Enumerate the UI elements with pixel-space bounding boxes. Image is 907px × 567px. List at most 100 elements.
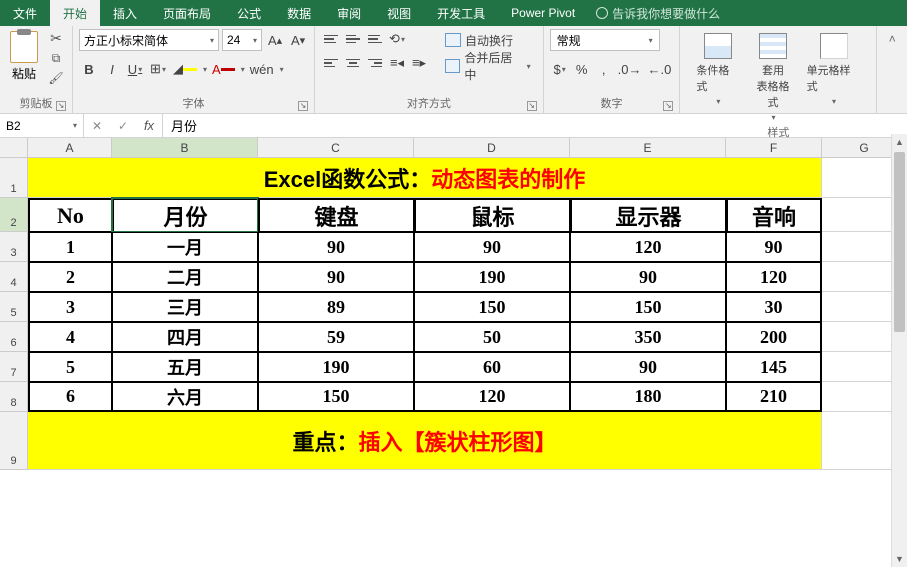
table-cell[interactable]: 59 [258, 322, 414, 352]
table-cell[interactable]: 3 [28, 292, 112, 322]
wrap-text-button[interactable]: 自动换行 [439, 29, 537, 51]
header-mouse[interactable]: 鼠标 [414, 198, 570, 232]
cell-styles-button[interactable]: 单元格样式▾ [807, 33, 861, 122]
tab-data[interactable]: 数据 [274, 0, 324, 26]
border-button[interactable]: ⊞▾ [148, 59, 168, 79]
row-header-8[interactable]: 8 [0, 382, 28, 412]
fx-icon[interactable]: fx [136, 118, 162, 133]
tab-home[interactable]: 开始 [50, 0, 100, 26]
col-header-F[interactable]: F [726, 138, 822, 157]
scrollbar-thumb[interactable] [894, 152, 905, 332]
table-cell[interactable]: 120 [414, 382, 570, 412]
col-header-C[interactable]: C [258, 138, 414, 157]
table-cell[interactable]: 120 [726, 262, 822, 292]
table-cell[interactable]: 90 [726, 232, 822, 262]
number-format-select[interactable]: 常规▾ [550, 29, 660, 51]
table-cell[interactable]: 150 [414, 292, 570, 322]
row-header-4[interactable]: 4 [0, 262, 28, 292]
tab-formulas[interactable]: 公式 [224, 0, 274, 26]
tab-insert[interactable]: 插入 [100, 0, 150, 26]
table-cell[interactable]: 50 [414, 322, 570, 352]
tell-me-search[interactable]: 告诉我你想要做什么 [596, 0, 720, 26]
font-size-select[interactable]: 24▾ [222, 29, 262, 51]
table-cell[interactable]: 350 [570, 322, 726, 352]
decrease-indent-button[interactable]: ≡◂ [387, 53, 407, 73]
accounting-format-button[interactable]: $▾ [550, 59, 570, 79]
align-bottom-button[interactable] [365, 29, 385, 49]
table-cell[interactable]: 60 [414, 352, 570, 382]
table-cell[interactable]: 90 [414, 232, 570, 262]
merge-center-button[interactable]: 合并后居中▾ [439, 55, 537, 77]
conditional-format-button[interactable]: 条件格式▾ [696, 33, 739, 122]
percent-button[interactable]: % [572, 59, 592, 79]
table-cell[interactable]: 120 [570, 232, 726, 262]
table-cell[interactable]: 六月 [112, 382, 258, 412]
paste-button[interactable]: 粘贴 [6, 29, 42, 84]
row-header-7[interactable]: 7 [0, 352, 28, 382]
table-cell[interactable]: 四月 [112, 322, 258, 352]
table-cell[interactable]: 210 [726, 382, 822, 412]
row-header-6[interactable]: 6 [0, 322, 28, 352]
col-header-E[interactable]: E [570, 138, 726, 157]
table-cell[interactable]: 90 [258, 262, 414, 292]
align-center-button[interactable] [343, 53, 363, 73]
italic-button[interactable]: I [102, 59, 122, 79]
table-cell[interactable]: 150 [570, 292, 726, 322]
table-cell[interactable]: 三月 [112, 292, 258, 322]
align-right-button[interactable] [365, 53, 385, 73]
header-no[interactable]: No [28, 198, 112, 232]
increase-font-button[interactable]: A▴ [265, 30, 285, 50]
tab-file[interactable]: 文件 [0, 0, 50, 26]
table-cell[interactable]: 190 [414, 262, 570, 292]
align-middle-button[interactable] [343, 29, 363, 49]
tab-power-pivot[interactable]: Power Pivot [498, 0, 588, 26]
phonetic-button[interactable]: wén [248, 59, 276, 79]
col-header-D[interactable]: D [414, 138, 570, 157]
table-cell[interactable]: 4 [28, 322, 112, 352]
table-cell[interactable]: 30 [726, 292, 822, 322]
font-name-select[interactable]: 方正小标宋简体▾ [79, 29, 219, 51]
table-cell[interactable]: 145 [726, 352, 822, 382]
table-cell[interactable]: 150 [258, 382, 414, 412]
tab-page-layout[interactable]: 页面布局 [150, 0, 224, 26]
header-keyboard[interactable]: 键盘 [258, 198, 414, 232]
bold-button[interactable]: B [79, 59, 99, 79]
header-speaker[interactable]: 音响 [726, 198, 822, 232]
row-header-2[interactable]: 2 [0, 198, 28, 232]
orientation-button[interactable]: ⟲▾ [387, 29, 407, 49]
select-all-corner[interactable] [0, 138, 28, 157]
table-cell[interactable]: 89 [258, 292, 414, 322]
number-launcher[interactable]: ↘ [663, 101, 673, 111]
table-cell[interactable]: 180 [570, 382, 726, 412]
table-cell[interactable]: 一月 [112, 232, 258, 262]
table-cell[interactable]: 5 [28, 352, 112, 382]
align-launcher[interactable]: ↘ [527, 101, 537, 111]
table-cell[interactable]: 90 [570, 262, 726, 292]
tab-review[interactable]: 审阅 [324, 0, 374, 26]
row-header-3[interactable]: 3 [0, 232, 28, 262]
collapse-ribbon-button[interactable]: ˄ [877, 26, 907, 113]
increase-decimal-button[interactable]: .0→ [616, 59, 644, 79]
row-header-5[interactable]: 5 [0, 292, 28, 322]
tab-developer[interactable]: 开发工具 [424, 0, 498, 26]
format-as-table-button[interactable]: 套用 表格格式▾ [751, 33, 794, 122]
cancel-formula-button[interactable]: ✕ [84, 119, 110, 133]
align-left-button[interactable] [321, 53, 341, 73]
font-color-button[interactable]: A [210, 59, 237, 79]
title-cell[interactable]: Excel函数公式：动态图表的制作 [28, 158, 822, 198]
table-cell[interactable]: 2 [28, 262, 112, 292]
footer-cell[interactable]: 重点：插入【簇状柱形图】 [28, 412, 822, 470]
align-top-button[interactable] [321, 29, 341, 49]
table-cell[interactable]: 6 [28, 382, 112, 412]
col-header-A[interactable]: A [28, 138, 112, 157]
increase-indent-button[interactable]: ≡▸ [409, 53, 429, 73]
name-box[interactable]: B2▾ [0, 114, 84, 137]
header-monitor[interactable]: 显示器 [570, 198, 726, 232]
table-cell[interactable]: 200 [726, 322, 822, 352]
format-painter-button[interactable]: 🖌 [46, 69, 66, 87]
table-cell[interactable]: 90 [258, 232, 414, 262]
enter-formula-button[interactable]: ✓ [110, 119, 136, 133]
table-cell[interactable]: 90 [570, 352, 726, 382]
cut-button[interactable]: ✂ [46, 29, 66, 47]
decrease-font-button[interactable]: A▾ [288, 30, 308, 50]
